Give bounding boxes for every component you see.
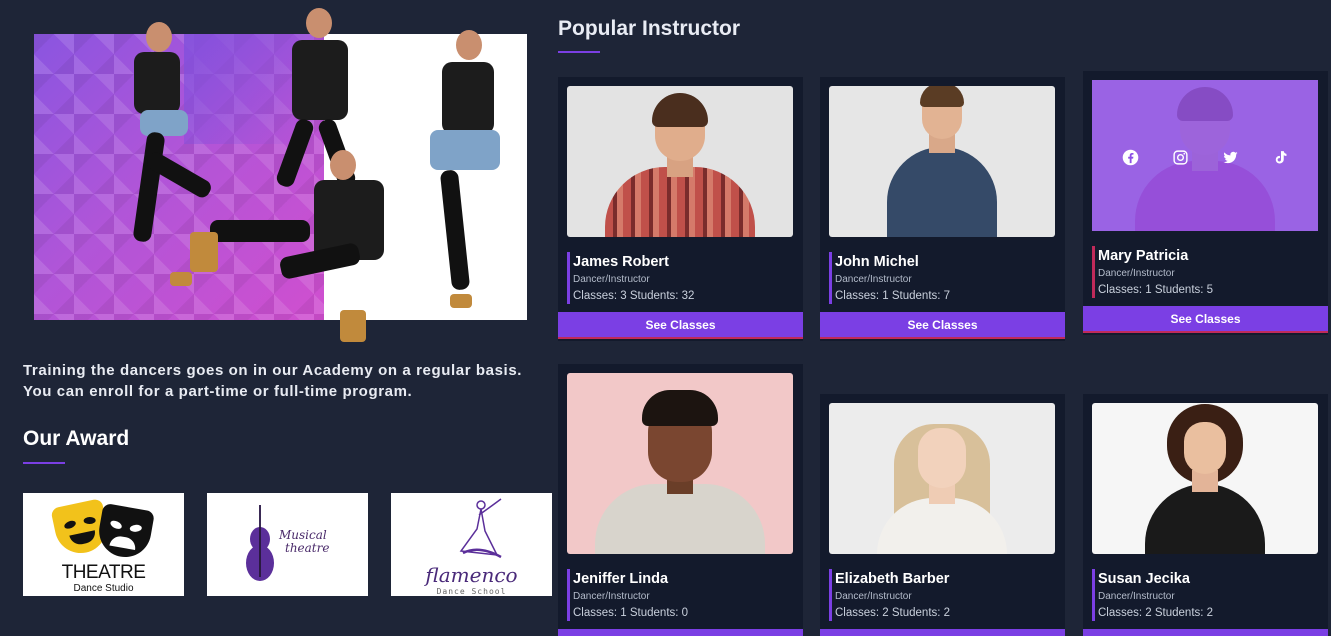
instructor-name: James Robert	[573, 254, 669, 270]
award-theatre-logo: THEATRE Dance Studio	[23, 493, 184, 596]
see-classes-button[interactable]	[1083, 629, 1328, 636]
award-musical-theatre-logo: Musical theatre	[207, 493, 368, 596]
instructor-photo	[829, 86, 1055, 237]
instructor-info: Susan Jecika Dancer/Instructor Classes: …	[1092, 569, 1213, 621]
instructor-stats: Classes: 1 Students: 7	[835, 290, 951, 302]
instructor-card[interactable]: Susan Jecika Dancer/Instructor Classes: …	[1083, 394, 1328, 636]
instructor-role: Dancer/Instructor	[835, 591, 912, 602]
tiktok-icon[interactable]	[1271, 148, 1289, 166]
tragedy-mask-icon	[95, 502, 155, 562]
instructor-card[interactable]: Elizabeth Barber Dancer/Instructor Class…	[820, 394, 1065, 636]
instructor-name: Elizabeth Barber	[835, 571, 950, 587]
instructor-stats: Classes: 2 Students: 2	[1098, 607, 1214, 619]
instructor-name: Jeniffer Linda	[573, 571, 669, 587]
instructor-role: Dancer/Instructor	[1098, 268, 1175, 279]
instructor-photo	[1092, 80, 1318, 231]
instructor-card[interactable]: Mary Patricia Dancer/Instructor Classes:…	[1083, 71, 1328, 335]
instructor-photo	[567, 86, 793, 237]
instructor-info: Elizabeth Barber Dancer/Instructor Class…	[829, 569, 950, 621]
instructor-stats: Classes: 1 Students: 0	[573, 607, 689, 619]
award-title-text: flamenco	[425, 563, 518, 587]
award-title-text: Musical theatre	[279, 528, 330, 555]
instructor-card[interactable]: Jeniffer Linda Dancer/Instructor Classes…	[558, 364, 803, 636]
award-subtitle-text: theatre	[285, 541, 330, 555]
instructor-name: Susan Jecika	[1098, 571, 1190, 587]
award-title-text: THEATRE	[61, 562, 146, 583]
instructor-stats: Classes: 1 Students: 5	[1098, 284, 1214, 296]
instructor-card[interactable]: John Michel Dancer/Instructor Classes: 1…	[820, 77, 1065, 341]
award-title-underline	[23, 462, 65, 464]
flamenco-dancer-icon	[459, 498, 502, 559]
facebook-icon[interactable]	[1121, 148, 1139, 166]
award-flamenco-logo: flamenco Dance School	[391, 493, 552, 596]
see-classes-button[interactable]	[558, 629, 803, 636]
instructors-title-underline	[558, 51, 600, 53]
twitter-icon[interactable]	[1221, 148, 1239, 166]
instagram-icon[interactable]	[1171, 148, 1189, 166]
instructor-role: Dancer/Instructor	[573, 274, 650, 285]
instructor-role: Dancer/Instructor	[1098, 591, 1175, 602]
instructor-name: Mary Patricia	[1098, 248, 1189, 264]
see-classes-button[interactable]: See Classes	[820, 312, 1065, 339]
instructor-info: Jeniffer Linda Dancer/Instructor Classes…	[567, 569, 688, 621]
instructor-photo	[829, 403, 1055, 554]
award-subtitle-text: Dance School	[436, 587, 507, 596]
instructor-role: Dancer/Instructor	[835, 274, 912, 285]
instructors-section-title: Popular Instructor	[558, 17, 741, 40]
instructor-card[interactable]: James Robert Dancer/Instructor Classes: …	[558, 77, 803, 341]
instructor-stats: Classes: 3 Students: 32	[573, 290, 695, 302]
cello-icon	[246, 505, 274, 581]
award-section-title: Our Award	[23, 427, 130, 450]
instructor-info: John Michel Dancer/Instructor Classes: 1…	[829, 252, 950, 304]
instructor-photo	[1092, 403, 1318, 554]
instructor-info: James Robert Dancer/Instructor Classes: …	[567, 252, 694, 304]
academy-intro-text: Training the dancers goes on in our Acad…	[23, 362, 523, 400]
instructor-photo	[567, 373, 793, 554]
see-classes-button[interactable]: See Classes	[1083, 306, 1328, 333]
see-classes-button[interactable]: See Classes	[558, 312, 803, 339]
award-subtitle-text: Dance Studio	[73, 583, 134, 594]
instructor-name: John Michel	[835, 254, 919, 270]
instructor-stats: Classes: 2 Students: 2	[835, 607, 951, 619]
instructor-role: Dancer/Instructor	[573, 591, 650, 602]
see-classes-button[interactable]	[820, 629, 1065, 636]
instructor-info: Mary Patricia Dancer/Instructor Classes:…	[1092, 246, 1213, 298]
